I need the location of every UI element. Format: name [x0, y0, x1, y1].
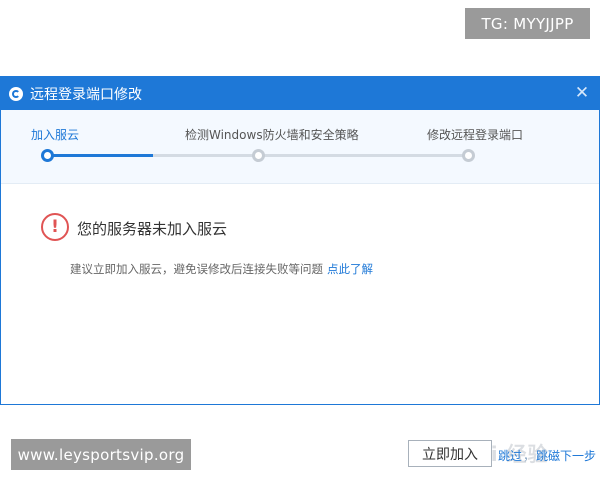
skip-next-step-link[interactable]: 跳磁下一步 — [536, 449, 596, 463]
app-logo-icon — [9, 86, 23, 101]
wizard-steps: 加入服云 检测Windows防火墙和安全策略 修改远程登录端口 — [1, 110, 599, 184]
window-titlebar[interactable]: 远程登录端口修改 ✕ — [1, 77, 599, 110]
step-node-1 — [41, 149, 54, 162]
step-node-2 — [252, 149, 265, 162]
warning-description-text: 建议立即加入服云，避免误修改后连接失败等问题 — [70, 262, 323, 276]
step-label-check-firewall: 检测Windows防火墙和安全策略 — [185, 128, 359, 142]
warning-icon: ! — [41, 213, 69, 241]
close-icon[interactable]: ✕ — [573, 84, 591, 102]
skip-link[interactable]: 跳过 — [498, 449, 522, 463]
screenshot-stage: TG: MYYJJPP 远程登录端口修改 ✕ 加入服云 检测Windows防火墙… — [0, 0, 600, 480]
skip-links: 跳过，跳磁下一步 — [498, 447, 596, 464]
skip-separator: ， — [523, 449, 536, 463]
window-title: 远程登录端口修改 — [30, 86, 142, 103]
port-modify-window: 远程登录端口修改 ✕ 加入服云 检测Windows防火墙和安全策略 修改远程登录… — [0, 76, 600, 467]
join-now-button[interactable]: 立即加入 — [408, 440, 492, 467]
warning-title: 您的服务器未加入服云 — [77, 220, 228, 238]
step-node-3 — [462, 149, 475, 162]
warning-description: 建议立即加入服云，避免误修改后连接失败等问题 点此了解 — [70, 261, 373, 277]
top-watermark-tag: TG: MYYJJPP — [465, 8, 590, 39]
step-label-modify-port: 修改远程登录端口 — [427, 128, 524, 142]
learn-more-link[interactable]: 点此了解 — [327, 262, 373, 276]
progress-fill — [47, 154, 153, 157]
bottom-watermark-tag: www.leysportsvip.org — [11, 439, 191, 470]
step-label-join-cloud: 加入服云 — [31, 128, 80, 142]
content-area: ! 您的服务器未加入服云 建议立即加入服云，避免误修改后连接失败等问题 点此了解 … — [1, 184, 599, 467]
